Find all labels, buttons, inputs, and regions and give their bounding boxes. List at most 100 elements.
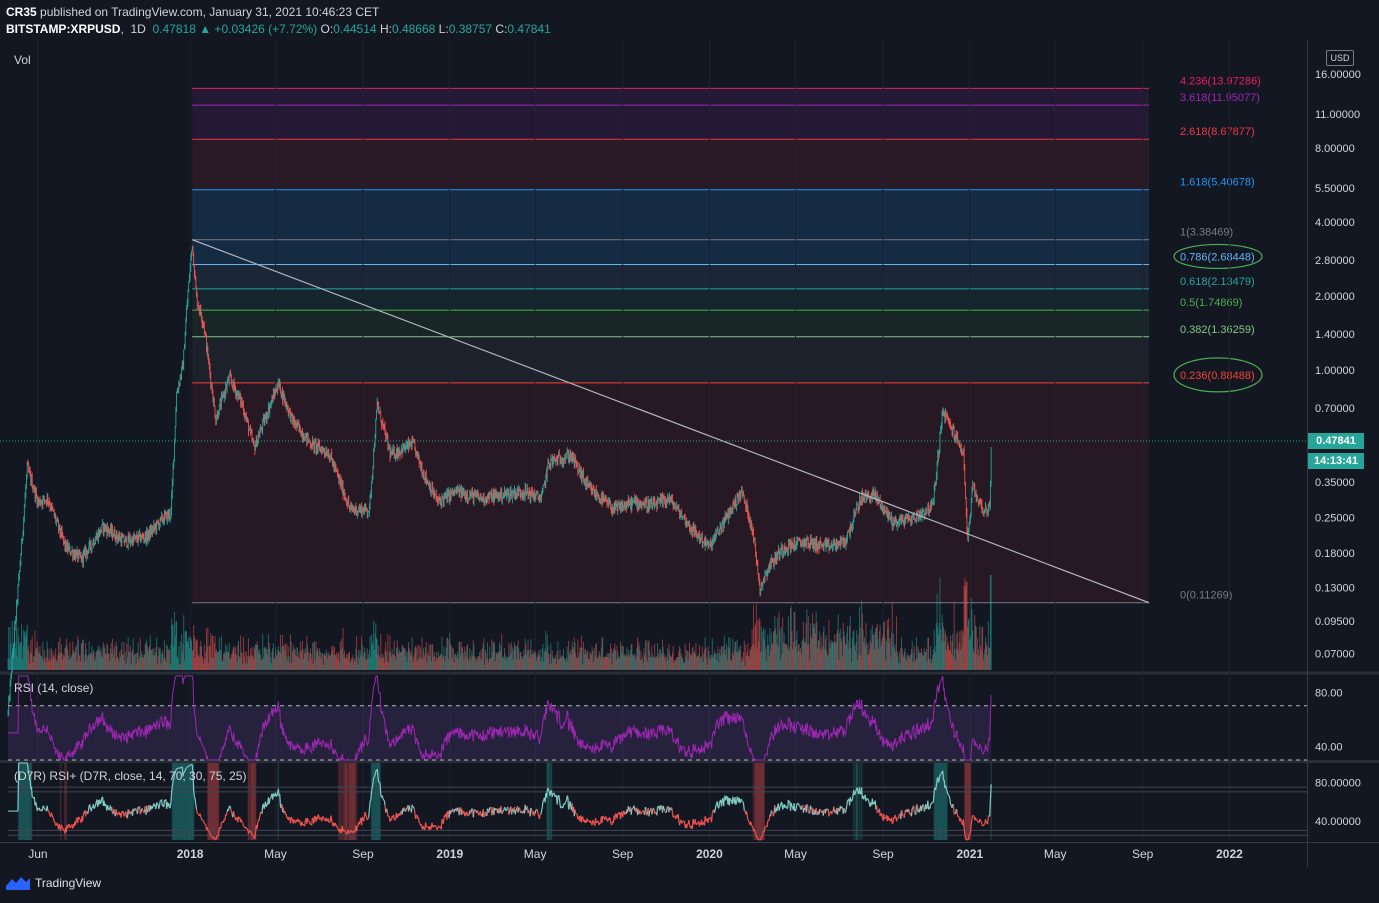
chart-canvas[interactable]: 4.236(13.97286) 3.618(11.95077) 2.618(8.67… — [0, 0, 1379, 903]
d7r-segment — [382, 798, 385, 801]
d7r-segment — [508, 808, 511, 813]
d7r-segment — [530, 807, 533, 811]
d7r-segment — [771, 811, 774, 814]
d7r-segment — [662, 805, 665, 809]
d7r-segment — [322, 816, 325, 819]
symbol-name[interactable]: BITSTAMP:XRPUSD — [6, 22, 120, 36]
fib-zone — [192, 382, 1150, 603]
time-tick-label: Sep — [352, 847, 374, 861]
low-label: L: — [438, 22, 449, 36]
d7r-segment — [229, 805, 232, 809]
d7r-segment — [807, 811, 810, 814]
interval[interactable]: 1D — [130, 22, 145, 36]
d7r-segment — [755, 833, 757, 838]
d7r-segment — [540, 807, 543, 812]
d7r-segment — [940, 773, 942, 775]
d7r-segment — [795, 803, 798, 809]
d7r-segment — [959, 818, 962, 822]
d7r-segment — [609, 817, 612, 823]
d7r-segment — [989, 784, 992, 800]
d7r-segment — [388, 815, 390, 818]
price-tick-label: 5.50000 — [1315, 183, 1355, 195]
d7r-segment — [313, 815, 316, 824]
d7r-segment — [197, 813, 200, 815]
d7r-segment — [855, 787, 858, 792]
d7r-segment — [646, 813, 649, 816]
d7r-segment — [947, 794, 950, 797]
d7r-segment — [329, 821, 331, 824]
d7r-segment — [193, 796, 196, 799]
d7r-segment — [949, 798, 952, 805]
d7r-segment — [50, 812, 53, 816]
d7r-segment — [790, 802, 793, 807]
d7r-segment — [252, 835, 255, 838]
d7r-segment — [195, 809, 198, 814]
d7r-segment — [158, 800, 161, 806]
d7r-segment — [422, 826, 425, 829]
d7r-segment — [763, 826, 766, 833]
d7r-segment — [718, 800, 721, 805]
d7r-segment — [545, 790, 548, 798]
d7r-segment — [501, 812, 503, 815]
price-tick-label: 1.00000 — [1315, 365, 1355, 377]
d7r-segment — [336, 827, 339, 830]
d7r-segment — [104, 803, 107, 807]
d7r-segment — [739, 799, 742, 804]
d7r-segment — [605, 817, 608, 821]
d7r-segment — [976, 819, 979, 822]
tradingview-logo[interactable]: TradingView — [6, 876, 101, 890]
d7r-segment — [984, 819, 987, 822]
d7r-segment — [501, 810, 504, 813]
d7r-segment — [486, 808, 489, 817]
d7r-highlight — [946, 763, 948, 840]
d7r-segment — [911, 807, 914, 810]
d7r-segment — [60, 824, 63, 828]
d7r-segment — [146, 809, 149, 813]
time-tick-label: May — [784, 847, 807, 861]
d7r-segment — [630, 808, 633, 815]
d7r-segment — [120, 811, 123, 818]
d7r-segment — [868, 800, 871, 805]
publish-line: CR35 published on TradingView.com, Janua… — [6, 5, 379, 19]
d7r-segment — [709, 817, 712, 819]
current-price-label: 0.47841 — [1308, 433, 1364, 449]
d7r-segment — [344, 830, 347, 833]
price-change: ▲ +0.03426 (+7.72%) — [199, 22, 318, 36]
close-label: C: — [495, 22, 508, 36]
currency-badge[interactable]: USD — [1326, 50, 1354, 66]
d7r-segment — [156, 803, 159, 805]
d7r-segment — [828, 813, 831, 817]
d7r-segment — [940, 771, 943, 774]
d7r-segment — [122, 810, 125, 817]
d7r-segment — [317, 814, 320, 817]
publisher-name[interactable]: CR35 — [6, 5, 37, 19]
d7r-segment — [476, 810, 479, 814]
d7r-segment — [379, 782, 382, 795]
d7r-segment — [392, 814, 395, 821]
d7r-segment — [440, 819, 443, 830]
d7r-pane: (D7R) RSI+ (D7R, close, 14, 70, 30, 75, … — [8, 762, 1307, 841]
d7r-segment — [846, 800, 849, 807]
d7r-segment — [580, 816, 583, 823]
d7r-segment — [297, 818, 299, 821]
d7r-segment — [208, 830, 210, 833]
d7r-segment — [291, 817, 294, 822]
d7r-segment — [952, 803, 954, 806]
price-tick-label: 2.80000 — [1315, 255, 1355, 267]
d7r-segment — [761, 834, 764, 838]
d7r-segment — [225, 811, 228, 816]
d7r-highlight — [550, 763, 553, 840]
d7r-segment — [750, 821, 752, 825]
d7r-segment — [508, 812, 511, 815]
d7r-segment — [865, 799, 868, 802]
d7r-segment — [688, 825, 691, 828]
d7r-segment — [664, 810, 666, 813]
d7r-segment — [42, 805, 45, 809]
d7r-segment — [945, 788, 948, 792]
d7r-segment — [331, 820, 333, 824]
d7r-segment — [353, 830, 355, 833]
d7r-segment — [256, 823, 259, 829]
d7r-segment — [486, 808, 489, 811]
price-tick-label: 0.18000 — [1315, 548, 1355, 560]
d7r-segment — [230, 808, 232, 813]
